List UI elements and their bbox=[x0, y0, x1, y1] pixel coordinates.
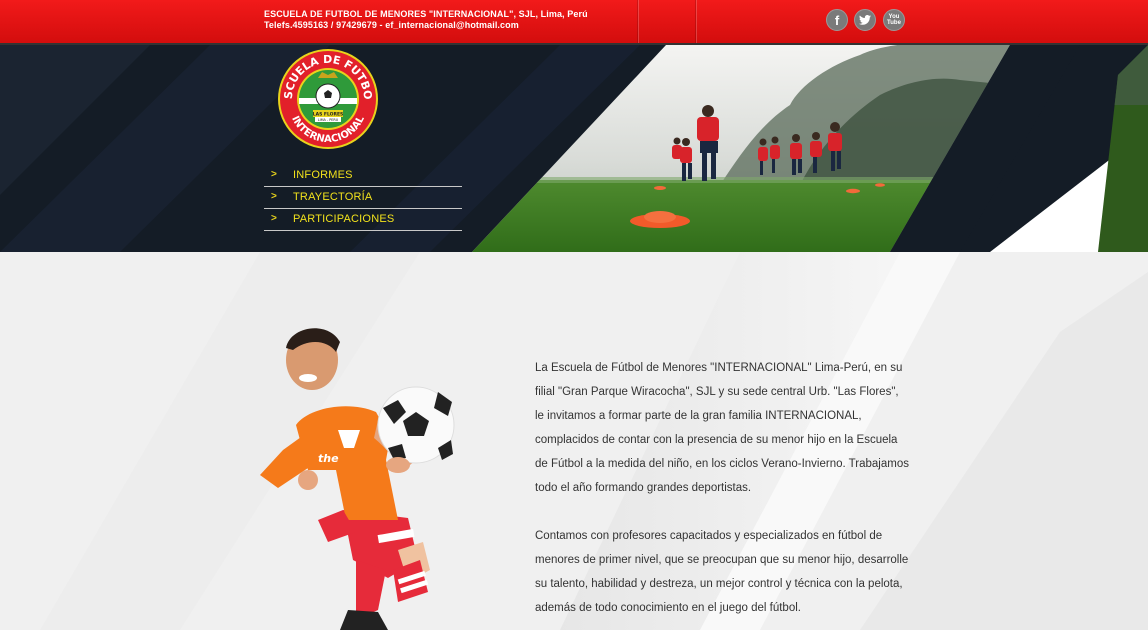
chevron-right-icon: > bbox=[271, 191, 277, 202]
intro-text: La Escuela de Fútbol de Menores "INTERNA… bbox=[535, 356, 910, 630]
twitter-icon[interactable] bbox=[854, 9, 876, 31]
menu-item-informes[interactable]: > INFORMES bbox=[264, 165, 462, 187]
school-title: ESCUELA DE FUTBOL DE MENORES "INTERNACIO… bbox=[264, 9, 588, 19]
hero-background bbox=[0, 45, 1148, 252]
contact-line: Telefs.4595163 / 97429679 - ef_internaci… bbox=[264, 20, 519, 30]
chevron-right-icon: > bbox=[271, 213, 277, 224]
youtube-glyph: You Tube bbox=[887, 14, 901, 26]
logo-ribbon: LAS FLORES bbox=[313, 112, 344, 118]
divider bbox=[695, 0, 696, 43]
menu-item-label: PARTICIPACIONES bbox=[293, 213, 395, 225]
main-menu: > INFORMES > TRAYECTORÍA > PARTICIPACION… bbox=[264, 165, 462, 231]
logo-subribbon: LIMA - PERU bbox=[318, 118, 339, 122]
content-section: the La Escuela de Fútbol de Menores "INT… bbox=[0, 252, 1148, 630]
chevron-right-icon: > bbox=[271, 169, 277, 180]
top-bar: ESCUELA DE FUTBOL DE MENORES "INTERNACIO… bbox=[0, 0, 1148, 43]
twitter-bird-icon bbox=[859, 15, 871, 25]
facebook-icon[interactable]: f bbox=[826, 9, 848, 31]
youtube-icon[interactable]: You Tube bbox=[883, 9, 905, 31]
hero-banner: ESCUELA DE FUTBOL INTERNACIONAL LAS FLOR… bbox=[0, 45, 1148, 252]
paragraph: La Escuela de Fútbol de Menores "INTERNA… bbox=[535, 362, 909, 494]
facebook-glyph: f bbox=[834, 12, 840, 28]
shirt-text: the bbox=[318, 452, 339, 465]
school-logo: ESCUELA DE FUTBOL INTERNACIONAL LAS FLOR… bbox=[275, 48, 378, 149]
menu-item-label: INFORMES bbox=[293, 169, 353, 181]
menu-item-trayectoria[interactable]: > TRAYECTORÍA bbox=[264, 187, 462, 209]
contact-info: ESCUELA DE FUTBOL DE MENORES "INTERNACIO… bbox=[264, 9, 588, 31]
kid-with-ball-image: the bbox=[260, 328, 455, 630]
paragraph: Contamos con profesores capacitados y es… bbox=[535, 530, 909, 614]
menu-item-participaciones[interactable]: > PARTICIPACIONES bbox=[264, 209, 462, 231]
menu-item-label: TRAYECTORÍA bbox=[293, 191, 373, 203]
divider bbox=[637, 0, 638, 43]
